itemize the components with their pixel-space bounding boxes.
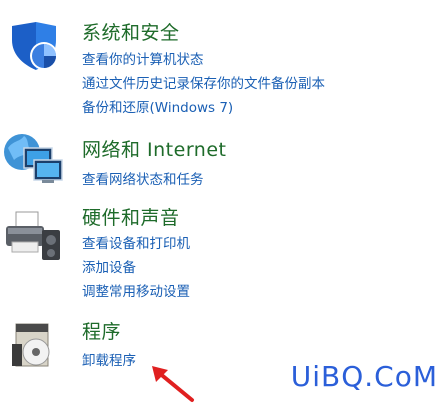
network-globe-icon [4, 134, 63, 183]
category-title-network-internet[interactable]: 网络和 Internet [82, 135, 226, 162]
programs-disc-icon [12, 323, 50, 367]
link-view-devices-printers[interactable]: 查看设备和打印机 [82, 232, 190, 252]
link-mobility-settings[interactable]: 调整常用移动设置 [82, 280, 190, 300]
link-uninstall-program[interactable]: 卸载程序 [82, 349, 136, 369]
category-title-programs[interactable]: 程序 [82, 317, 121, 344]
link-add-device[interactable]: 添加设备 [82, 256, 136, 276]
link-view-computer-status[interactable]: 查看你的计算机状态 [82, 48, 204, 68]
printer-icon [6, 211, 60, 260]
watermark: UiBQ.CoM [290, 360, 438, 393]
link-view-network-status[interactable]: 查看网络状态和任务 [82, 168, 204, 188]
shield-icon [12, 22, 58, 70]
link-backup-restore[interactable]: 备份和还原(Windows 7) [82, 96, 233, 116]
annotation-arrow-icon [152, 366, 194, 402]
category-title-hardware-sound[interactable]: 硬件和声音 [82, 203, 180, 230]
link-file-history-backup[interactable]: 通过文件历史记录保存你的文件备份副本 [82, 72, 325, 92]
category-title-system-security[interactable]: 系统和安全 [82, 18, 180, 45]
